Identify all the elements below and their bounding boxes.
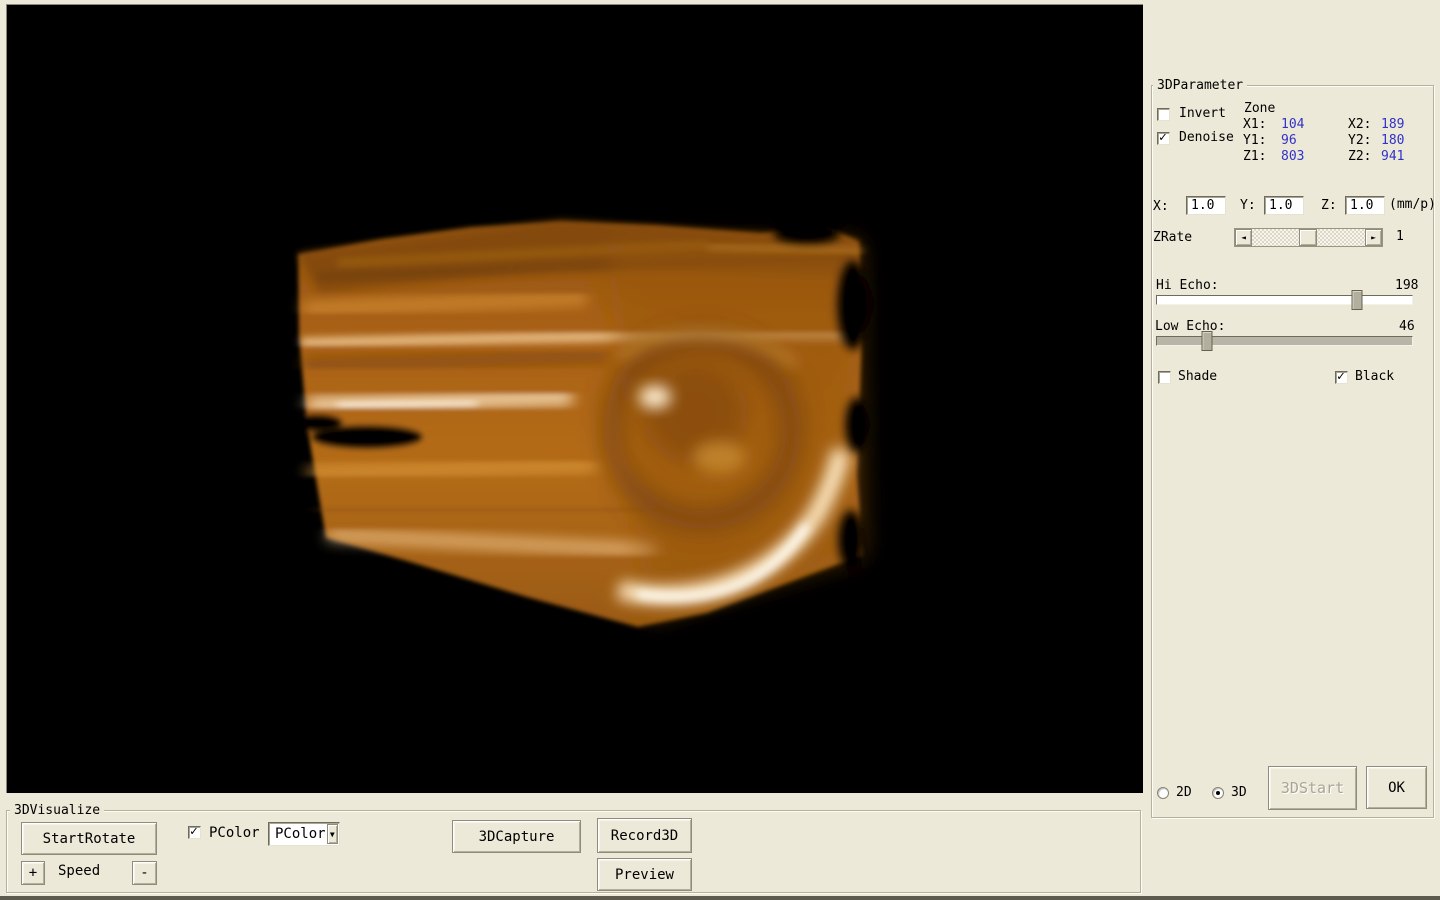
- zone-x2-value: 189: [1381, 118, 1404, 132]
- zrate-right-arrow-icon[interactable]: ►: [1365, 229, 1382, 246]
- hi-echo-thumb[interactable]: [1352, 290, 1363, 310]
- visualize-groupbox-title: 3DVisualize: [10, 804, 104, 818]
- black-label: Black: [1355, 370, 1394, 384]
- zone-z1-value: 803: [1281, 150, 1304, 164]
- zrate-scrollbar[interactable]: ◄ ►: [1234, 228, 1383, 247]
- voxel-x-label: X:: [1153, 200, 1169, 214]
- speed-plus-button[interactable]: +: [21, 861, 45, 885]
- zrate-left-arrow-icon[interactable]: ◄: [1235, 229, 1252, 246]
- speed-label: Speed: [58, 864, 100, 878]
- zone-x1-label: X1:: [1243, 118, 1266, 132]
- preview-button[interactable]: Preview: [597, 858, 692, 891]
- speed-minus-button[interactable]: -: [132, 861, 157, 885]
- voxel-x-input[interactable]: [1186, 196, 1226, 215]
- hi-echo-value: 198: [1395, 279, 1418, 293]
- mode-3d-radio[interactable]: [1212, 787, 1224, 799]
- hi-echo-slider[interactable]: [1156, 295, 1413, 305]
- low-echo-value: 46: [1399, 320, 1415, 334]
- dropdown-arrow-icon[interactable]: ▼: [327, 824, 338, 844]
- voxel-z-label: Z:: [1321, 199, 1337, 213]
- zone-x2-label: X2:: [1348, 118, 1371, 132]
- hi-echo-label: Hi Echo:: [1156, 279, 1219, 293]
- zrate-track[interactable]: [1252, 229, 1365, 246]
- pcolor-label: PColor: [209, 826, 260, 840]
- record3d-button[interactable]: Record3D: [597, 818, 692, 853]
- zone-y1-label: Y1:: [1243, 134, 1266, 148]
- zone-y1-value: 96: [1281, 134, 1297, 148]
- voxel-unit-label: (mm/p): [1389, 198, 1436, 212]
- mode-2d-label: 2D: [1176, 786, 1192, 800]
- zrate-thumb[interactable]: [1299, 229, 1317, 246]
- shade-label: Shade: [1178, 370, 1217, 384]
- zone-z1-label: Z1:: [1243, 150, 1266, 164]
- mode-2d-radio[interactable]: [1157, 787, 1169, 799]
- zone-title: Zone: [1244, 102, 1275, 116]
- start-rotate-button[interactable]: StartRotate: [21, 822, 157, 855]
- zone-y2-label: Y2:: [1348, 134, 1371, 148]
- voxel-y-input[interactable]: [1264, 196, 1304, 215]
- pcolor-dropdown[interactable]: PColor ▼: [268, 822, 340, 846]
- zone-x1-value: 104: [1281, 118, 1304, 132]
- param-groupbox-title: 3DParameter: [1153, 79, 1247, 93]
- param-groupbox: [1151, 85, 1434, 818]
- invert-checkbox[interactable]: [1157, 108, 1170, 121]
- 3dcapture-button[interactable]: 3DCapture: [452, 820, 581, 853]
- render-viewport[interactable]: [6, 4, 1143, 793]
- voxel-z-input[interactable]: [1345, 196, 1385, 215]
- zone-z2-label: Z2:: [1348, 150, 1371, 164]
- voxel-y-label: Y:: [1240, 199, 1256, 213]
- shade-checkbox[interactable]: [1158, 371, 1171, 384]
- low-echo-slider[interactable]: [1156, 336, 1413, 346]
- pcolor-checkbox[interactable]: [188, 826, 201, 839]
- pcolor-dropdown-value: PColor: [269, 826, 326, 842]
- zone-y2-value: 180: [1381, 134, 1404, 148]
- ok-button[interactable]: OK: [1366, 766, 1427, 809]
- low-echo-label: Low Echo:: [1155, 320, 1225, 334]
- zone-z2-value: 941: [1381, 150, 1404, 164]
- denoise-label: Denoise: [1179, 131, 1234, 145]
- low-echo-thumb[interactable]: [1201, 331, 1212, 351]
- invert-label: Invert: [1179, 107, 1226, 121]
- mode-3d-label: 3D: [1231, 786, 1247, 800]
- zrate-label: ZRate: [1153, 231, 1192, 245]
- volume-render-3d: [7, 5, 1144, 794]
- black-checkbox[interactable]: [1335, 371, 1348, 384]
- zrate-value: 1: [1396, 230, 1404, 244]
- window-bottom-edge: [0, 896, 1440, 900]
- denoise-checkbox[interactable]: [1157, 132, 1170, 145]
- 3dstart-button[interactable]: 3DStart: [1268, 766, 1357, 810]
